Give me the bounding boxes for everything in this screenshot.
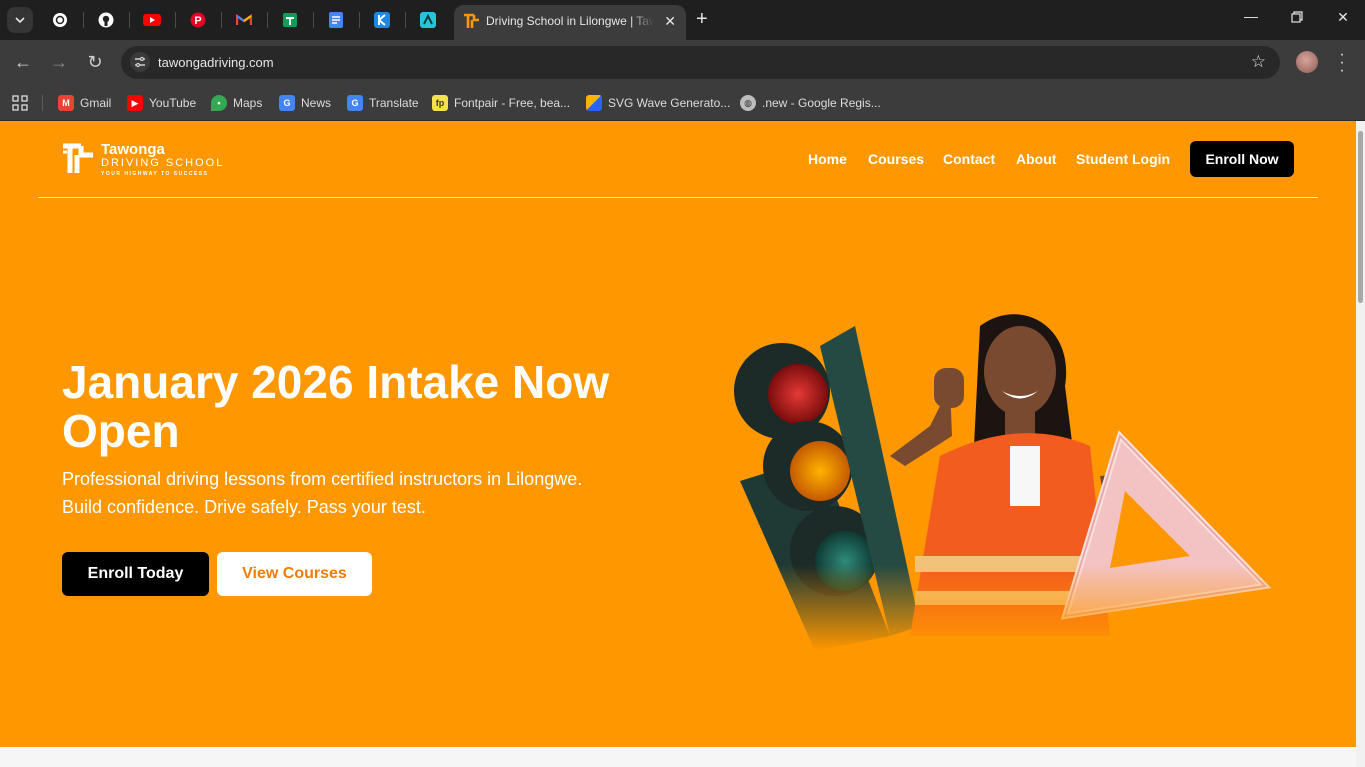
bookmark-dotnew[interactable]: ◍ .new - Google Regis... [740,93,881,113]
view-courses-button[interactable]: View Courses [217,552,372,596]
next-section-edge [0,747,1356,767]
pinned-tab-github[interactable] [94,8,118,32]
pinned-tab-youtube[interactable] [140,8,164,32]
url-text: tawongadriving.com [158,55,274,70]
hero-subtitle-line-1: Professional driving lessons from certif… [62,469,583,489]
tab-separator [129,12,130,28]
site-logo[interactable]: Tawonga DRIVING SCHOOL YOUR HIGHWAY TO S… [61,141,231,181]
nav-courses[interactable]: Courses [868,151,924,167]
chevron-down-icon [15,17,25,24]
chatgpt-icon [53,13,67,27]
svg-text:P: P [194,15,201,27]
apps-grid-icon[interactable] [12,93,28,113]
bookmark-label: YouTube [149,96,197,110]
pinned-tab-sheets[interactable] [278,8,302,32]
minimize-icon[interactable]: — [1241,8,1261,24]
tab-separator [267,12,268,28]
tab-separator [405,12,406,28]
news-icon: G [279,95,295,111]
close-window-icon[interactable]: ✕ [1333,9,1353,26]
hero-illustration [720,306,1280,651]
site-info-icon[interactable] [130,52,150,72]
bookmark-label: Maps [233,96,263,110]
tab-separator [313,12,314,28]
app-icon-teal [420,12,436,28]
bookmark-translate[interactable]: G Translate [347,93,419,113]
translate-icon: G [347,95,363,111]
pinterest-icon: P [190,12,206,28]
bookmark-gmail[interactable]: M Gmail [58,93,111,113]
bookmark-news[interactable]: G News [279,93,331,113]
bookmark-label: News [301,96,332,110]
globe-icon: ◍ [740,95,756,111]
bookmark-label: .new - Google Regis... [762,96,881,110]
bookmark-label: Fontpair - Free, bea... [454,96,571,110]
logo-subtitle: DRIVING SCHOOL [101,157,225,169]
hero-subtitle-line-2: Build confidence. Drive safely. Pass you… [62,497,426,517]
profile-avatar[interactable] [1296,51,1318,73]
tab-separator [83,12,84,28]
bookmark-label: Gmail [80,96,112,110]
tab-separator [359,12,360,28]
bookmark-svgwave[interactable]: SVG Wave Generato... [586,93,730,113]
new-tab-button[interactable]: + [696,9,708,29]
fontpair-icon: fp [432,95,448,111]
logo-brand-name: Tawonga [101,141,165,158]
pinned-tab-docs[interactable] [324,8,348,32]
maps-icon: • [211,95,227,111]
github-icon [98,12,114,28]
scrollbar-thumb[interactable] [1358,131,1363,303]
nav-contact[interactable]: Contact [943,151,995,167]
page-scrollbar[interactable] [1356,121,1365,767]
bookmark-maps[interactable]: • Maps [211,93,262,113]
tab-bar: P Driving School in Lilongwe | Tawonga ✕… [0,0,1365,40]
svgwave-icon [586,95,602,111]
reload-icon[interactable]: ↻ [85,52,105,72]
pinned-tab-gmail[interactable] [232,8,256,32]
hero-title: January 2026 Intake Now Open [62,356,610,457]
forward-icon[interactable]: → [49,52,69,72]
youtube-icon: ▶ [127,95,143,111]
pinned-tab-pinterest[interactable]: P [186,8,210,32]
youtube-icon [143,14,161,26]
back-icon[interactable]: ← [13,52,33,72]
menu-kebab-icon[interactable]: · · · [1336,47,1348,79]
pinned-tab-app-teal[interactable] [416,8,440,32]
gmail-icon [236,14,252,25]
tab-search-button[interactable] [7,7,33,33]
bookmark-youtube[interactable]: ▶ YouTube [127,93,196,113]
nav-home[interactable]: Home [808,151,847,167]
tab-separator [175,12,176,28]
nav-student-login[interactable]: Student Login [1076,151,1170,167]
bookmark-star-icon[interactable]: ☆ [1251,52,1266,72]
bookmark-fontpair[interactable]: fp Fontpair - Free, bea... [432,93,570,113]
sheets-icon [283,13,297,27]
browser-toolbar: ← → ↻ tawongadriving.com ☆ · · · [0,40,1365,85]
bookmark-label: Translate [369,96,419,110]
pinned-tab-chatgpt[interactable] [48,8,72,32]
gmail-icon: M [58,95,74,111]
bookmark-label: SVG Wave Generato... [608,96,731,110]
pinned-tab-app-blue[interactable] [370,8,394,32]
hero-subtitle: Professional driving lessons from certif… [62,465,642,521]
tawonga-favicon-icon [464,13,479,28]
docs-icon [329,12,343,28]
restore-icon[interactable] [1287,10,1307,26]
nav-about[interactable]: About [1016,151,1056,167]
tawonga-logo-icon [63,143,93,173]
logo-tagline: YOUR HIGHWAY TO SUCCESS [101,171,209,177]
website-hero-section: Tawonga DRIVING SCHOOL YOUR HIGHWAY TO S… [0,121,1356,747]
header-divider [38,197,1318,198]
bookmarks-bar: M Gmail ▶ YouTube • Maps G News G Translate f… [0,85,1365,121]
active-tab-title: Driving School in Lilongwe | Tawonga [486,14,654,28]
enroll-now-button[interactable]: Enroll Now [1190,141,1294,177]
enroll-today-button[interactable]: Enroll Today [62,552,209,596]
tab-separator [221,12,222,28]
address-bar[interactable]: tawongadriving.com ☆ [121,46,1280,79]
active-tab[interactable]: Driving School in Lilongwe | Tawonga ✕ [454,5,686,40]
close-tab-icon[interactable]: ✕ [664,13,676,30]
app-icon-blue [374,12,390,28]
bookmarks-separator [42,95,43,111]
